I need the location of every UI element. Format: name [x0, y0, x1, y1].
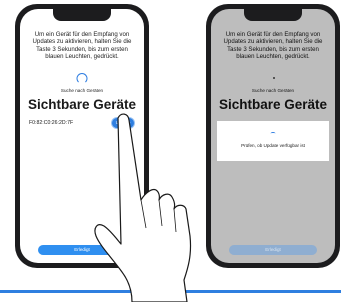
instruction-text: Um ein Gerät für den Empfang von Updates… [223, 31, 323, 61]
done-button[interactable]: Erledigt [38, 245, 126, 255]
phone-notch [244, 9, 302, 21]
done-button: Erledigt [229, 245, 317, 255]
spinner-icon [76, 73, 88, 84]
device-id: F0:82:C0:26:2D:7F [29, 120, 74, 126]
phone-left: Um ein Gerät für den Empfang von Updates… [15, 4, 149, 268]
page-title: Sichtbare Geräte [27, 97, 137, 112]
dialog-text: Prüfen, ob Update verfügbar ist [241, 143, 305, 148]
phone-right: Um ein Gerät für den Empfang von Updates… [206, 4, 340, 268]
divider-bar [0, 290, 341, 293]
spinner-icon [270, 132, 276, 135]
update-button[interactable]: Update [112, 118, 134, 128]
phone-notch [53, 9, 111, 21]
phone-right-screen: Um ein Gerät für den Empfang von Updates… [211, 9, 335, 263]
instruction-text: Um ein Gerät für den Empfang von Updates… [32, 31, 132, 61]
searching-label: Suche nach Geräten [251, 88, 295, 93]
searching-label: Suche nach Geräten [60, 88, 104, 93]
loading-dot-icon [273, 77, 275, 79]
phone-left-screen: Um ein Gerät für den Empfang von Updates… [20, 9, 144, 263]
page-title: Sichtbare Geräte [218, 97, 328, 112]
update-check-dialog: Prüfen, ob Update verfügbar ist [217, 121, 329, 161]
